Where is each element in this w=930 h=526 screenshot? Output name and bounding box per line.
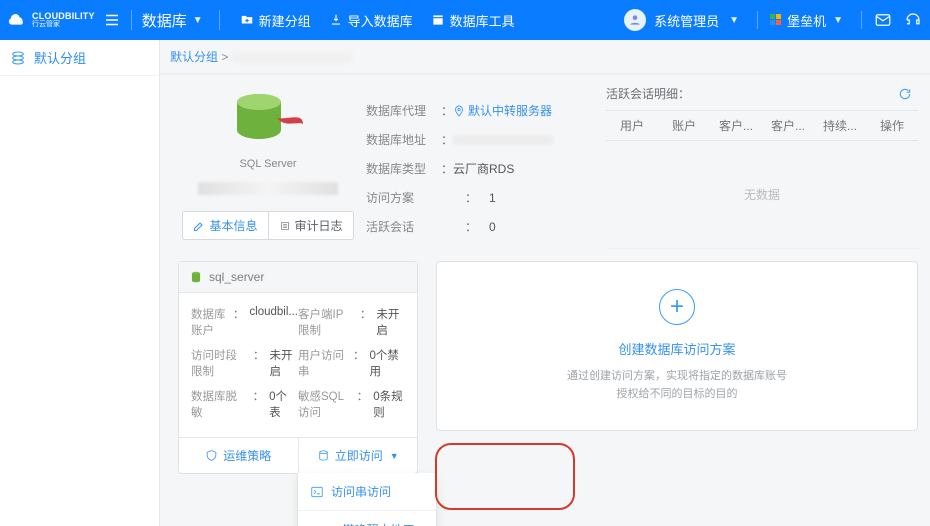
sidebar-item-label: 默认分组 [34, 48, 86, 67]
stack-icon [317, 449, 330, 462]
ops-policy-button[interactable]: 运维策略 [179, 438, 298, 473]
breadcrumb-link[interactable]: 默认分组 [170, 50, 218, 64]
location-icon [453, 105, 465, 117]
brand-sub: 行云管家 [32, 21, 95, 28]
cloud-logo-icon [6, 9, 28, 31]
hamburger-icon[interactable] [103, 11, 121, 29]
refresh-icon[interactable] [898, 87, 912, 101]
db-agent-value[interactable]: 默认中转服务器 [468, 102, 552, 119]
list-icon [279, 220, 291, 232]
db-small-icon [189, 270, 203, 284]
dd-wake-local-tool[interactable]: 一键唤醒本地工具 [298, 511, 436, 526]
plus-folder-icon [240, 13, 254, 27]
sql-server-icon [225, 90, 311, 152]
breadcrumb-current [232, 53, 352, 63]
sidebar: 默认分组 [0, 40, 160, 526]
account-card: sql_server 数据库账户：cloudbil... 客户端IP限制：未开启… [178, 261, 418, 474]
avatar [624, 9, 646, 31]
db-tools-button[interactable]: 数据库工具 [431, 11, 515, 30]
user-chevron-icon: ▼ [729, 15, 739, 26]
db-summary: SQL Server 基本信息 审计日志 [178, 85, 358, 249]
new-group-button[interactable]: 新建分组 [240, 11, 311, 30]
bastion-chevron-icon: ▼ [833, 15, 843, 26]
session-table-head: 用户 账户 客户... 客户... 持续... 操作 [606, 110, 918, 141]
session-empty: 无数据 [606, 141, 918, 249]
db-properties: 数据库代理： 默认中转服务器 数据库地址： 数据库类型：云厂商RDS 访问方案：… [362, 85, 602, 249]
import-icon [329, 13, 343, 27]
user-area[interactable]: 系统管理员 ▼ [624, 9, 745, 31]
tab-basic-info[interactable]: 基本信息 [182, 211, 267, 240]
user-icon [628, 13, 642, 27]
sidebar-item-default-group[interactable]: 默认分组 [0, 40, 159, 76]
topbar: CLOUDBILITY 行云管家 数据库 ▼ 新建分组 导入数据库 数据库工具 … [0, 0, 930, 40]
bastion-label: 堡垒机 [787, 11, 826, 30]
create-plan-plus[interactable]: + [659, 289, 695, 325]
session-panel-title: 活跃会话明细 [606, 87, 678, 101]
chevron-down-icon[interactable]: ▼ [193, 15, 203, 26]
create-plan-card: + 创建数据库访问方案 通过创建访问方案，实现将指定的数据库账号授权给不同的目标… [436, 261, 918, 431]
new-group-label: 新建分组 [259, 11, 311, 30]
access-now-button[interactable]: 立即访问 ▼ [298, 438, 418, 473]
headset-icon[interactable] [904, 11, 922, 29]
access-dropdown: 访问串访问 一键唤醒本地工具 Navicat [297, 473, 437, 526]
import-db-label: 导入数据库 [348, 11, 413, 30]
db-type-value: 云厂商RDS [453, 160, 514, 177]
account-card-title: sql_server [209, 270, 264, 284]
brand-top: CLOUDBILITY [32, 12, 95, 21]
main-content: 默认分组 > SQL Server 基本信息 [160, 40, 930, 526]
terminal-icon [310, 485, 324, 499]
brand: CLOUDBILITY 行云管家 [2, 9, 103, 31]
create-plan-title[interactable]: 创建数据库访问方案 [618, 339, 735, 358]
breadcrumb: 默认分组 > [160, 40, 930, 73]
grid-icon [770, 14, 782, 26]
db-tools-label: 数据库工具 [450, 11, 515, 30]
dd-conn-string[interactable]: 访问串访问 [298, 473, 436, 511]
session-panel: 活跃会话明细： 用户 账户 客户... 客户... 持续... 操作 无数据 [606, 85, 918, 249]
db-address-obscured [453, 135, 553, 145]
db-session-count: 0 [489, 220, 496, 234]
module-title: 数据库 [142, 10, 187, 31]
shield-icon [205, 449, 218, 462]
create-plan-desc: 通过创建访问方案，实现将指定的数据库账号授权给不同的目标的目的 [562, 368, 792, 403]
layers-icon [10, 50, 26, 66]
tools-icon [431, 13, 445, 27]
db-engine-label: SQL Server [239, 158, 296, 170]
bastion-switch[interactable]: 堡垒机 ▼ [770, 11, 849, 30]
chevron-down-icon: ▼ [390, 451, 399, 461]
mail-icon[interactable] [874, 11, 892, 29]
tab-audit-log[interactable]: 审计日志 [268, 211, 354, 240]
db-name-obscured [198, 182, 338, 195]
db-plan-count: 1 [489, 191, 496, 205]
import-db-button[interactable]: 导入数据库 [329, 11, 413, 30]
edit-icon [193, 220, 205, 232]
username: 系统管理员 [654, 11, 719, 30]
